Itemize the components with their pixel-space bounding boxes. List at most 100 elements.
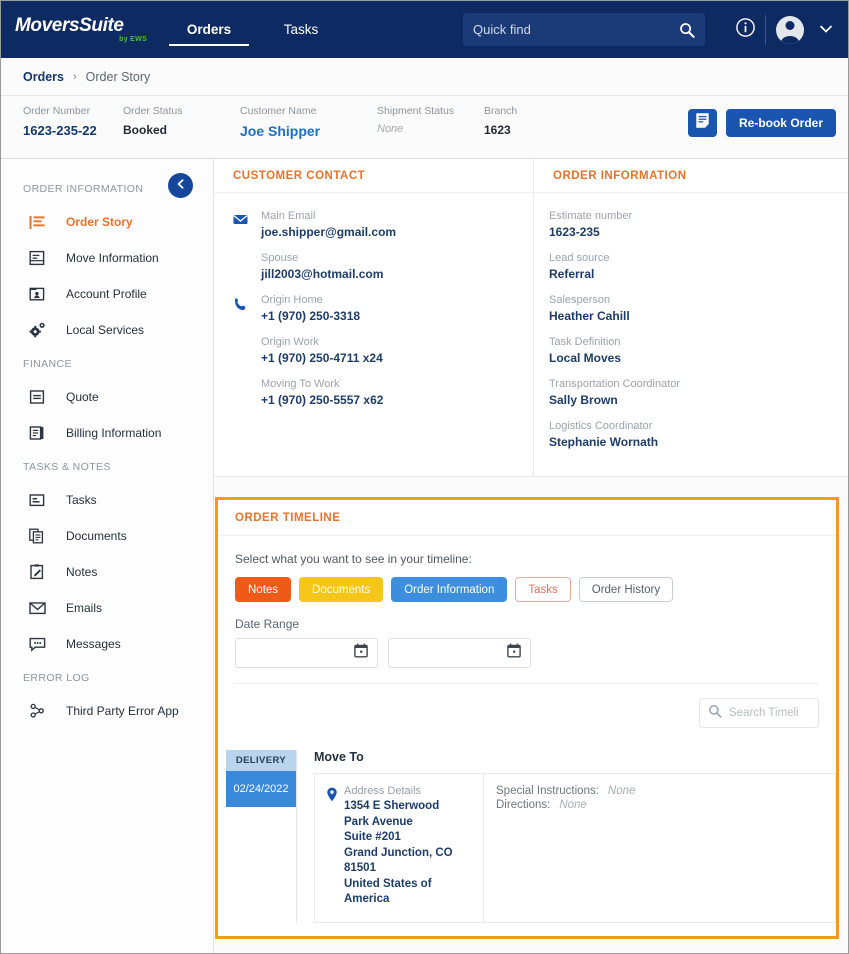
sidebar-group-error-log: ERROR LOG: [23, 672, 90, 684]
date-range-inputs: [235, 638, 819, 668]
info-field-logistics-coordinator: Logistics Coordinator Stephanie Wornath: [549, 420, 829, 449]
order-timeline-panel: ORDER TIMELINE Select what you want to s…: [215, 497, 839, 939]
user-menu-button[interactable]: [766, 1, 814, 58]
sidebar-item-move-information-label: Move Information: [66, 251, 159, 265]
sidebar-item-third-party-error-app[interactable]: Third Party Error App: [1, 693, 213, 729]
timeline-entry-date: 02/24/2022: [226, 771, 296, 807]
search-icon: [679, 22, 695, 38]
sidebar-item-third-party-error-app-label: Third Party Error App: [66, 704, 179, 718]
breadcrumb-orders-link[interactable]: Orders: [23, 70, 64, 84]
filter-chip-notes-label: Notes: [248, 583, 279, 596]
page-body: ORDER INFORMATION Order Story Move Infor…: [1, 159, 848, 953]
filter-chip-documents[interactable]: Documents: [299, 577, 384, 602]
filter-chip-notes[interactable]: Notes: [235, 577, 292, 602]
sidebar-item-local-services-label: Local Services: [66, 323, 145, 337]
filter-chip-order-information-label: Order Information: [404, 583, 495, 596]
sidebar-item-messages[interactable]: Messages: [1, 626, 213, 662]
origin-work-label: Origin Work: [261, 336, 319, 348]
special-instructions-value: None: [607, 785, 636, 797]
sidebar-item-notes[interactable]: Notes: [1, 554, 213, 590]
main-content: CUSTOMER CONTACT Main Email joe.shipper@…: [214, 159, 848, 953]
filter-chip-tasks[interactable]: Tasks: [515, 577, 571, 602]
nav-tab-orders[interactable]: Orders: [163, 1, 255, 58]
date-to-input[interactable]: [388, 638, 531, 668]
local-services-gear-icon: [29, 322, 51, 338]
task-definition-label: Task Definition: [549, 336, 621, 348]
summary-actions: Re-book Order: [687, 109, 836, 137]
note-document-button[interactable]: [687, 109, 717, 137]
rebook-order-label: Re-book Order: [738, 116, 823, 130]
contact-row-main-email: Main Email joe.shipper@gmail.com: [233, 210, 514, 239]
main-email-value[interactable]: joe.shipper@gmail.com: [261, 225, 396, 239]
third-party-error-icon: [29, 703, 51, 719]
sidebar-item-billing-information[interactable]: Billing Information: [1, 415, 213, 451]
sidebar-item-quote[interactable]: Quote: [1, 379, 213, 415]
filter-chip-order-information[interactable]: Order Information: [391, 577, 508, 602]
timeline-entry-card: Address Details 1354 E Sherwood Park Ave…: [314, 773, 836, 923]
main-nav-items: Orders Tasks: [163, 1, 347, 58]
order-number-label: Order Number: [23, 105, 91, 117]
notes-icon: [29, 564, 51, 580]
origin-home-value[interactable]: +1 (970) 250-3318: [261, 309, 360, 323]
sidebar-item-local-services[interactable]: Local Services: [1, 312, 213, 348]
sidebar-item-account-profile[interactable]: Account Profile: [1, 276, 213, 312]
salesperson-value: Heather Cahill: [549, 309, 630, 323]
address-line-5: 81501: [344, 862, 376, 875]
timeline-entry-title: Move To: [314, 750, 364, 764]
sidebar-group-tasks-notes: TASKS & NOTES: [23, 461, 111, 473]
customer-name-value[interactable]: Joe Shipper: [240, 123, 377, 139]
sidebar-item-messages-label: Messages: [66, 637, 121, 651]
info-button[interactable]: [725, 1, 765, 58]
customer-contact-body: Main Email joe.shipper@gmail.com Spouse …: [214, 193, 533, 434]
order-information-body: Estimate number 1623-235 Lead source Ref…: [534, 193, 848, 476]
special-instructions-label: Special Instructions:: [496, 785, 599, 797]
nav-tab-tasks[interactable]: Tasks: [255, 1, 347, 58]
messages-bubble-icon: [29, 637, 51, 652]
spacer-icon: [233, 336, 261, 365]
order-story-icon: [29, 215, 51, 230]
app-logo[interactable]: MoversSuite by EWS: [1, 16, 147, 43]
spouse-value[interactable]: jill2003@hotmail.com: [261, 267, 383, 281]
salesperson-label: Salesperson: [549, 294, 611, 306]
sidebar-item-documents[interactable]: Documents: [1, 518, 213, 554]
breadcrumb-current: Order Story: [85, 69, 151, 84]
sidebar-item-emails-label: Emails: [66, 601, 103, 615]
moving-to-work-label: Moving To Work: [261, 378, 340, 390]
order-timeline-body: Select what you want to see in your time…: [218, 536, 836, 684]
sidebar-item-billing-information-label: Billing Information: [66, 426, 162, 440]
filter-chip-order-history[interactable]: Order History: [578, 577, 674, 602]
branch-label: Branch: [484, 105, 518, 117]
main-email-label: Main Email: [261, 210, 316, 222]
address-line-4: Grand Junction, CO: [344, 846, 453, 859]
note-document-icon: [695, 112, 710, 134]
date-from-input[interactable]: [235, 638, 378, 668]
calendar-icon: [354, 643, 368, 663]
info-field-salesperson: Salesperson Heather Cahill: [549, 294, 829, 323]
moving-to-work-value[interactable]: +1 (970) 250-5557 x62: [261, 393, 383, 407]
origin-work-value[interactable]: +1 (970) 250-4711 x24: [261, 351, 383, 365]
rebook-order-button[interactable]: Re-book Order: [725, 109, 836, 137]
order-timeline-title: ORDER TIMELINE: [218, 500, 836, 536]
address-details-block: Address Details 1354 E Sherwood Park Ave…: [315, 774, 483, 922]
email-envelope-icon: [233, 210, 261, 239]
info-field-transportation-coordinator: Transportation Coordinator Sally Brown: [549, 378, 829, 407]
sidebar-navigation: ORDER INFORMATION Order Story Move Infor…: [1, 159, 214, 953]
sidebar-item-emails[interactable]: Emails: [1, 590, 213, 626]
sidebar-collapse-button[interactable]: [168, 173, 193, 198]
status-badge: DELIVERY: [226, 750, 296, 771]
user-menu-chevron[interactable]: [814, 1, 838, 58]
documents-icon: [29, 528, 51, 544]
timeline-search-input[interactable]: Search Timeli: [699, 698, 819, 728]
logo-subtext: by EWS: [119, 36, 147, 43]
contact-row-moving-to-work: Moving To Work +1 (970) 250-5557 x62: [233, 378, 514, 407]
branch-value: 1623: [484, 123, 511, 137]
sidebar-item-quote-label: Quote: [66, 390, 99, 404]
sidebar-item-move-information[interactable]: Move Information: [1, 240, 213, 276]
quick-find-placeholder: Quick find: [473, 22, 531, 37]
sidebar-item-tasks[interactable]: Tasks: [1, 482, 213, 518]
contact-row-origin-home: Origin Home +1 (970) 250-3318: [233, 294, 514, 323]
quick-find-search[interactable]: Quick find: [463, 13, 705, 46]
sidebar-item-order-story[interactable]: Order Story: [1, 204, 213, 240]
sidebar-item-tasks-label: Tasks: [66, 493, 97, 507]
tasks-icon: [29, 493, 51, 508]
